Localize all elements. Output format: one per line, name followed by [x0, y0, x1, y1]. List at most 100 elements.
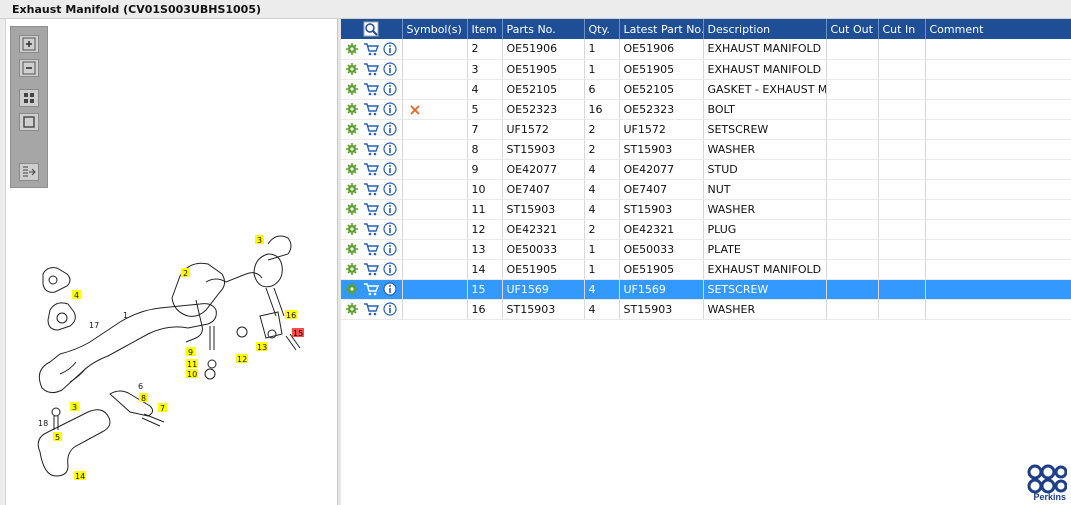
cell-cut-in[interactable]: [878, 179, 926, 200]
cell-part-no[interactable]: OE7407: [502, 179, 585, 200]
column-header-symbols[interactable]: Symbol(s): [402, 19, 468, 39]
cell-part-no[interactable]: OE52105: [502, 79, 585, 100]
cell-qty[interactable]: 1: [584, 39, 620, 60]
cell-qty[interactable]: 4: [584, 299, 620, 320]
cart-icon[interactable]: [363, 222, 379, 236]
cell-part-no[interactable]: OE51905: [502, 259, 585, 280]
cart-icon[interactable]: [363, 142, 379, 156]
cell-description[interactable]: EXHAUST MANIFOLD: [703, 39, 827, 60]
cell-item[interactable]: 5: [467, 99, 503, 120]
cell-part-no[interactable]: UF1569: [502, 279, 585, 300]
cell-symbol[interactable]: [402, 179, 468, 200]
cell-item[interactable]: 2: [467, 39, 503, 60]
cell-symbol[interactable]: [402, 239, 468, 260]
column-header-parts-no[interactable]: Parts No.: [502, 19, 585, 39]
cell-comment[interactable]: [925, 179, 1071, 200]
cell-symbol[interactable]: [402, 299, 468, 320]
info-icon[interactable]: [383, 242, 397, 256]
cell-symbol[interactable]: [402, 39, 468, 60]
cell-comment[interactable]: [925, 59, 1071, 80]
cell-cut-out[interactable]: [826, 59, 879, 80]
cell-cut-out[interactable]: [826, 79, 879, 100]
cell-cut-in[interactable]: [878, 99, 926, 120]
cell-cut-out[interactable]: [826, 119, 879, 140]
cell-latest-part-no[interactable]: OE42321: [619, 219, 704, 240]
cell-qty[interactable]: 1: [584, 239, 620, 260]
cell-qty[interactable]: 4: [584, 279, 620, 300]
cell-item[interactable]: 4: [467, 79, 503, 100]
info-icon[interactable]: [383, 282, 397, 296]
zoom-in-button[interactable]: [19, 35, 39, 53]
cell-item[interactable]: 3: [467, 59, 503, 80]
cell-symbol[interactable]: [402, 219, 468, 240]
cell-qty[interactable]: 2: [584, 119, 620, 140]
cell-description[interactable]: WASHER: [703, 199, 827, 220]
cell-comment[interactable]: [925, 139, 1071, 160]
cell-part-no[interactable]: OE42321: [502, 219, 585, 240]
cell-symbol[interactable]: [402, 99, 468, 120]
cell-latest-part-no[interactable]: ST15903: [619, 299, 704, 320]
cell-item[interactable]: 11: [467, 199, 503, 220]
export-list-button[interactable]: [19, 163, 39, 181]
cell-qty[interactable]: 2: [584, 219, 620, 240]
gear-icon[interactable]: [345, 202, 359, 216]
cell-item[interactable]: 7: [467, 119, 503, 140]
cart-icon[interactable]: [363, 282, 379, 296]
fit-page-button[interactable]: [19, 113, 39, 131]
cell-qty[interactable]: 4: [584, 199, 620, 220]
cell-item[interactable]: 9: [467, 159, 503, 180]
column-header-item[interactable]: Item: [467, 19, 503, 39]
cell-latest-part-no[interactable]: OE42077: [619, 159, 704, 180]
cell-cut-out[interactable]: [826, 239, 879, 260]
cell-cut-in[interactable]: [878, 139, 926, 160]
table-row[interactable]: 4OE521056OE52105GASKET - EXHAUST MAN: [341, 79, 1071, 100]
cell-cut-out[interactable]: [826, 279, 879, 300]
table-row[interactable]: 5 OE52323 16 OE52323 BOLT: [341, 99, 1071, 120]
cell-part-no[interactable]: OE50033: [502, 239, 585, 260]
cell-cut-out[interactable]: [826, 299, 879, 320]
cell-symbol[interactable]: [402, 279, 468, 300]
cart-icon[interactable]: [363, 302, 379, 316]
cell-symbol[interactable]: [402, 59, 468, 80]
cell-item[interactable]: 16: [467, 299, 503, 320]
cell-description[interactable]: BOLT: [703, 99, 827, 120]
cell-cut-out[interactable]: [826, 159, 879, 180]
table-row[interactable]: 12 OE42321 2 OE42321 PLUG: [341, 219, 1071, 240]
gear-icon[interactable]: [345, 282, 359, 296]
cell-latest-part-no[interactable]: OE51906: [619, 39, 704, 60]
cell-latest-part-no[interactable]: OE7407: [619, 179, 704, 200]
table-row[interactable]: 11 ST15903 4 ST15903 WASHER: [341, 199, 1071, 220]
column-header-tools[interactable]: [341, 19, 403, 39]
cell-cut-out[interactable]: [826, 199, 879, 220]
zoom-out-button[interactable]: [19, 59, 39, 77]
gear-icon[interactable]: [345, 142, 359, 156]
table-row[interactable]: 10 OE7407 4 OE7407 NUT: [341, 179, 1071, 200]
cart-icon[interactable]: [363, 122, 379, 136]
cart-icon[interactable]: [363, 262, 379, 276]
cell-comment[interactable]: [925, 239, 1071, 260]
table-row[interactable]: 7 UF1572 2 UF1572 SETSCREW: [341, 119, 1071, 140]
cart-icon[interactable]: [363, 202, 379, 216]
column-header-qty[interactable]: Qty.: [584, 19, 620, 39]
cell-cut-out[interactable]: [826, 139, 879, 160]
cell-cut-in[interactable]: [878, 239, 926, 260]
cell-qty[interactable]: 1: [584, 259, 620, 280]
cart-icon[interactable]: [363, 182, 379, 196]
cell-part-no[interactable]: OE51906: [502, 39, 585, 60]
info-icon[interactable]: [383, 102, 397, 116]
info-icon[interactable]: [383, 142, 397, 156]
fit-all-button[interactable]: [19, 89, 39, 107]
cell-comment[interactable]: [925, 279, 1071, 300]
info-icon[interactable]: [383, 42, 397, 56]
cell-cut-in[interactable]: [878, 159, 926, 180]
gear-icon[interactable]: [345, 122, 359, 136]
cart-icon[interactable]: [363, 42, 379, 56]
cell-item[interactable]: 13: [467, 239, 503, 260]
cell-part-no[interactable]: ST15903: [502, 139, 585, 160]
magnifier-icon[interactable]: [363, 21, 379, 37]
cell-latest-part-no[interactable]: UF1569: [619, 279, 704, 300]
info-icon[interactable]: [383, 82, 397, 96]
column-header-cut-out[interactable]: Cut Out: [826, 19, 879, 39]
cell-item[interactable]: 15: [467, 279, 503, 300]
gear-icon[interactable]: [345, 162, 359, 176]
